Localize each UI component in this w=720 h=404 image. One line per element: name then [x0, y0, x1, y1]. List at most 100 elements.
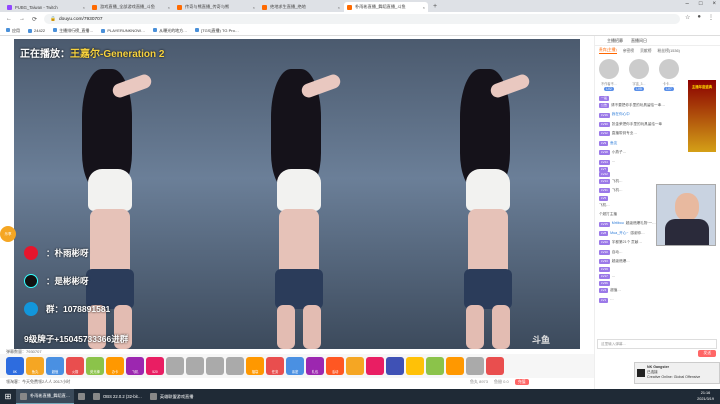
browser-tab[interactable]: 游戏直播_全部游戏直播_斗鱼 × [89, 2, 173, 12]
send-button[interactable]: 发送 [698, 350, 716, 357]
tab-label: 游戏直播_全部游戏直播_斗鱼 [100, 4, 155, 9]
chat-username[interactable]: Mua_开心~ [610, 229, 628, 238]
level-badge: LV15 [599, 221, 610, 227]
gift-item[interactable]: 8K [6, 357, 24, 375]
charge-button[interactable]: 充值 [514, 379, 529, 385]
gift-item[interactable] [406, 357, 424, 375]
gift-item[interactable] [346, 357, 364, 375]
rank-name: 宇宙_3… [632, 82, 646, 86]
minimize-icon[interactable]: – [686, 1, 689, 7]
sidebar-top-link[interactable]: 主播招募 [607, 38, 623, 44]
star-icon[interactable]: ☆ [685, 14, 690, 21]
bookmark-label: [TGS]直播) TG Pro… [201, 27, 239, 33]
gift-item[interactable]: 办卡 [106, 357, 124, 375]
bookmark-icon [195, 28, 200, 33]
gift-item[interactable]: 鱼丸 [26, 357, 44, 375]
url-field[interactable]: 🔒 douyu.com/7930707 [44, 14, 680, 24]
reload-icon[interactable]: ⟳ [32, 16, 37, 23]
gift-item[interactable]: 福袋 [246, 357, 264, 375]
windows-start-icon[interactable]: ⊞ [0, 389, 16, 404]
tab-close-icon[interactable]: × [338, 5, 340, 10]
close-icon[interactable]: × [712, 1, 716, 7]
tab-favicon-icon [177, 4, 182, 10]
bookmark-item[interactable]: PLAYERUNKNOW… [101, 28, 145, 33]
taskbar-item[interactable]: OBS 22.0.2 (32-bit… [89, 389, 146, 404]
browser-tab[interactable]: PUBG_Taiwan - Twitch × [4, 2, 88, 12]
taskbar-item[interactable] [74, 389, 89, 404]
tab-label: PUBG_Taiwan - Twitch [15, 4, 58, 10]
address-bar: ← → ⟳ 🔒 douyu.com/7930707 ☆ ● ⋮ [0, 12, 720, 26]
sidebar-tab[interactable]: 粉丝榜(1536) [658, 49, 680, 54]
bookmark-item[interactable]: 24422 [28, 28, 45, 33]
level-badge: 公告 [599, 103, 610, 109]
rank-item[interactable]: 卡卡…… LV7 [659, 59, 679, 91]
browser-tab[interactable]: 传奇与熊直播_传奇与熊 × [174, 2, 258, 12]
social-text: 群：1078891581 [46, 304, 111, 314]
gift-item[interactable]: 礼包 [306, 357, 324, 375]
app-icon [93, 393, 101, 400]
menu-icon[interactable]: ⋮ [708, 14, 714, 21]
app-icon [20, 392, 27, 400]
sidebar-tab[interactable]: 亲密榜 [623, 49, 634, 54]
gift-item[interactable] [446, 357, 464, 375]
chat-username[interactable]: 鱼友 [610, 139, 617, 148]
gift-item[interactable]: 亲密 [286, 357, 304, 375]
gift-item[interactable] [426, 357, 444, 375]
tab-label: 朴雨彬直播_舞蹈直播_斗鱼 [355, 4, 406, 9]
avatar [599, 59, 619, 79]
gift-item[interactable] [226, 357, 244, 375]
chat-message: LV4 超值… [599, 286, 716, 295]
bookmark-item[interactable]: 从曝光的地方… [153, 28, 187, 34]
maximize-icon[interactable]: □ [699, 1, 703, 7]
rank-level-badge: LV7 [664, 87, 674, 91]
promo-banner[interactable]: 主播年度盛典 [688, 80, 716, 152]
bookmark-icon [101, 28, 106, 33]
tab-close-icon[interactable]: × [253, 5, 255, 10]
taskbar-item[interactable]: 朴雨彬直播_舞蹈直… [16, 389, 75, 404]
tab-close-icon[interactable]: × [168, 5, 170, 10]
chat-input[interactable]: 这里输入弹幕… [597, 339, 717, 349]
gift-item[interactable] [366, 357, 384, 375]
gift-item[interactable] [206, 357, 224, 375]
window-controls: – □ × [686, 1, 716, 7]
gift-item[interactable] [186, 357, 204, 375]
gift-item[interactable]: 活动 [326, 357, 344, 375]
browser-tab[interactable]: 绝地求生直播_绝地 × [259, 2, 343, 12]
gift-item[interactable] [466, 357, 484, 375]
chat-username[interactable]: Mrtibou [612, 219, 624, 228]
chat-username[interactable]: 我在你心中 [612, 110, 630, 119]
bookmark-item[interactable]: [TGS]直播) TG Pro… [195, 28, 239, 34]
gift-item[interactable]: 超值 [46, 357, 64, 375]
gift-item[interactable] [166, 357, 184, 375]
bookmark-item[interactable]: 应用 [6, 28, 20, 34]
sidebar-tab[interactable]: 贡献榜 [640, 49, 651, 54]
gift-item[interactable]: 520 [146, 357, 164, 375]
social-row: 群：1078891581 [24, 295, 110, 323]
profile-icon[interactable]: ● [697, 14, 701, 21]
level-badge: LV9 [599, 140, 609, 146]
back-icon[interactable]: ← [6, 16, 12, 22]
system-clock[interactable]: 21:16 2021/3/19 [697, 390, 714, 402]
taskbar-item[interactable]: 英雄联盟游戏直播 [146, 389, 198, 404]
gift-item[interactable]: 荧光棒 [86, 357, 104, 375]
side-event-badge[interactable]: 乐享 [0, 226, 16, 242]
sidebar-top-link[interactable]: 直播间日 [631, 38, 647, 44]
browser-tab[interactable]: 朴雨彬直播_舞蹈直播_斗鱼 × [344, 2, 428, 12]
gift-item[interactable]: 火箭 [66, 357, 84, 375]
tab-close-icon[interactable]: × [83, 5, 85, 10]
gift-item[interactable] [486, 357, 504, 375]
now-playing-label: 正在播放： [20, 49, 70, 60]
bookmark-item[interactable]: 主播排行榜_直播… [53, 28, 93, 34]
gift-item[interactable]: 任务 [266, 357, 284, 375]
new-tab-button[interactable]: + [429, 2, 441, 12]
level-badge: LV12 [599, 131, 610, 137]
forward-icon[interactable]: → [19, 16, 25, 22]
gift-item[interactable]: 飞机 [126, 357, 144, 375]
sidebar-tab[interactable]: 贵宾(主播) [599, 48, 617, 54]
tab-close-icon[interactable]: × [423, 5, 425, 10]
rank-item[interactable]: 宇宙_3… LV5 [629, 59, 649, 91]
gift-item[interactable] [386, 357, 404, 375]
video-player[interactable]: 正在播放：王嘉尔-Generation 2 ：朴雨彬呀 ：是彬彬呀 群：107889… [14, 39, 580, 349]
system-notification[interactable]: NK Gangster 已连接 Creative Online: Global … [634, 362, 720, 384]
rank-item[interactable]: 不作者不… LV2 [599, 59, 619, 91]
